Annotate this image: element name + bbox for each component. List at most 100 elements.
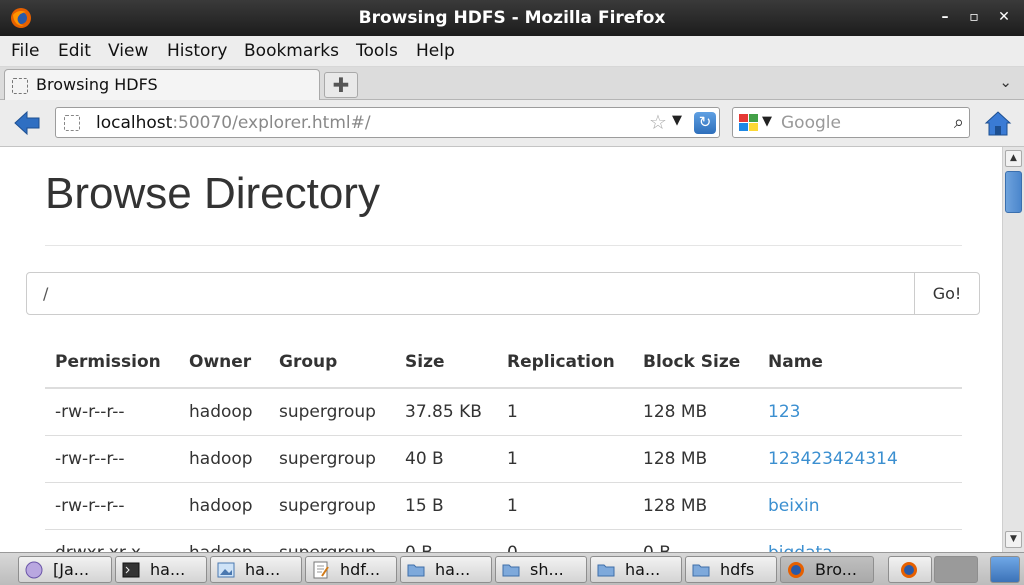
tab-label: Browsing HDFS — [36, 75, 158, 94]
column-header-owner[interactable]: Owner — [179, 337, 269, 389]
taskbar-item-folder-2[interactable]: sh... — [495, 556, 587, 583]
folder-icon — [597, 564, 615, 577]
minimize-button[interactable]: – — [936, 8, 954, 26]
folder-icon — [502, 564, 520, 577]
divider — [45, 245, 962, 246]
size-cell: 0 B — [395, 528, 497, 552]
taskbar-item-folder-3[interactable]: ha... — [590, 556, 682, 583]
bookmark-star-icon[interactable]: ☆ — [649, 110, 667, 134]
menu-file[interactable]: File — [11, 41, 39, 61]
new-tab-button[interactable]: ✚ — [324, 72, 358, 98]
terminal-icon — [122, 562, 140, 578]
google-search-engine-icon[interactable] — [738, 113, 760, 133]
text-editor-icon — [313, 561, 329, 579]
url-bar[interactable]: localhost:50070/explorer.html#/ ☆ ▼ ↻ — [55, 107, 720, 138]
directory-table: Permission Owner Group Size Replication … — [45, 337, 962, 552]
name-cell: beixin — [758, 481, 962, 529]
taskbar-item-folder-hdfs[interactable]: hdfs — [685, 556, 777, 583]
trash-icon[interactable] — [990, 556, 1020, 583]
size-cell: 15 B — [395, 481, 497, 529]
workspace-switcher-1[interactable] — [888, 556, 932, 583]
maximize-button[interactable]: ▫ — [965, 8, 983, 26]
taskbar-item-firefox[interactable]: Bro... — [780, 556, 874, 583]
name-cell: 123423424314 — [758, 434, 962, 482]
scroll-up-arrow-icon[interactable]: ▲ — [1005, 150, 1022, 167]
column-header-permission[interactable]: Permission — [45, 337, 179, 389]
owner-cell: hadoop — [179, 387, 269, 435]
group-cell: supergroup — [269, 387, 395, 435]
menu-history[interactable]: History — [167, 41, 227, 61]
scrollbar-thumb[interactable] — [1005, 171, 1022, 213]
replication-cell: 1 — [497, 434, 633, 482]
image-icon — [217, 562, 235, 578]
name-cell: bigdata — [758, 528, 962, 552]
search-engine-dropdown-icon[interactable]: ▼ — [762, 114, 772, 129]
taskbar: [Ja... ha... ha... hdf... ha... sh... ha… — [0, 552, 1024, 585]
replication-cell: 1 — [497, 387, 633, 435]
tab-list-chevron-icon[interactable]: ⌄ — [999, 73, 1012, 91]
file-link[interactable]: 123423424314 — [768, 449, 898, 469]
permission-cell: -rw-r--r-- — [45, 387, 179, 435]
menu-bookmarks[interactable]: Bookmarks — [244, 41, 339, 61]
block-size-cell: 128 MB — [633, 387, 758, 435]
block-size-cell: 128 MB — [633, 481, 758, 529]
group-cell: supergroup — [269, 481, 395, 529]
close-button[interactable]: ✕ — [995, 8, 1013, 26]
group-cell: supergroup — [269, 434, 395, 482]
replication-cell: 0 — [497, 528, 633, 552]
page-favicon-icon — [12, 78, 28, 94]
menu-tools[interactable]: Tools — [356, 41, 398, 61]
table-row: drwxr-xr-x hadoop supergroup 0 B 0 0 B b… — [45, 528, 962, 552]
directory-link[interactable]: bigdata — [768, 543, 833, 552]
owner-cell: hadoop — [179, 481, 269, 529]
go-button[interactable]: Go! — [914, 272, 980, 315]
permission-cell: drwxr-xr-x — [45, 528, 179, 552]
column-header-size[interactable]: Size — [395, 337, 497, 389]
file-link[interactable]: beixin — [768, 496, 820, 516]
owner-cell: hadoop — [179, 434, 269, 482]
group-cell: supergroup — [269, 528, 395, 552]
taskbar-item-text-editor[interactable]: hdf... — [305, 556, 397, 583]
home-icon[interactable] — [984, 109, 1012, 137]
menu-view[interactable]: View — [108, 41, 148, 61]
menu-edit[interactable]: Edit — [58, 41, 91, 61]
taskbar-item-folder-1[interactable]: ha... — [400, 556, 492, 583]
block-size-cell: 128 MB — [633, 434, 758, 482]
column-header-name[interactable]: Name — [758, 337, 962, 389]
url-history-dropdown-icon[interactable]: ▼ — [672, 113, 682, 128]
column-header-replication[interactable]: Replication — [497, 337, 633, 389]
firefox-icon — [901, 562, 917, 578]
taskbar-item-image[interactable]: ha... — [210, 556, 302, 583]
folder-icon — [407, 564, 425, 577]
file-link[interactable]: 123 — [768, 402, 800, 422]
size-cell: 37.85 KB — [395, 387, 497, 435]
permission-cell: -rw-r--r-- — [45, 481, 179, 529]
window-titlebar: Browsing HDFS - Mozilla Firefox – ▫ ✕ — [0, 0, 1024, 36]
tab-bar: Browsing HDFS ✚ ⌄ — [0, 67, 1024, 100]
java-icon — [25, 561, 43, 579]
vertical-scrollbar[interactable]: ▲ ▼ — [1002, 147, 1024, 552]
folder-icon — [692, 564, 710, 577]
directory-path-value[interactable]: / — [43, 284, 48, 303]
table-row: -rw-r--r-- hadoop supergroup 40 B 1 128 … — [45, 434, 962, 482]
taskbar-item-java[interactable]: [Ja... — [18, 556, 112, 583]
directory-path-input[interactable]: / — [26, 272, 915, 315]
replication-cell: 1 — [497, 481, 633, 529]
column-header-block-size[interactable]: Block Size — [633, 337, 758, 389]
search-bar[interactable]: ▼ Google ⌕ — [732, 107, 970, 138]
menu-help[interactable]: Help — [416, 41, 455, 61]
workspace-switcher-2[interactable] — [934, 556, 978, 583]
scroll-down-arrow-icon[interactable]: ▼ — [1005, 531, 1022, 548]
binoculars-search-icon[interactable]: ⌕ — [954, 112, 964, 133]
firefox-icon — [788, 562, 804, 578]
tab-browsing-hdfs[interactable]: Browsing HDFS — [4, 69, 320, 100]
back-arrow-icon[interactable] — [13, 110, 41, 136]
column-header-group[interactable]: Group — [269, 337, 395, 389]
page-title: Browse Directory — [45, 169, 380, 218]
taskbar-item-terminal[interactable]: ha... — [115, 556, 207, 583]
permission-cell: -rw-r--r-- — [45, 434, 179, 482]
search-input[interactable]: Google — [781, 113, 841, 133]
url-text[interactable]: localhost:50070/explorer.html#/ — [96, 113, 371, 133]
owner-cell: hadoop — [179, 528, 269, 552]
reload-icon[interactable]: ↻ — [694, 112, 716, 134]
